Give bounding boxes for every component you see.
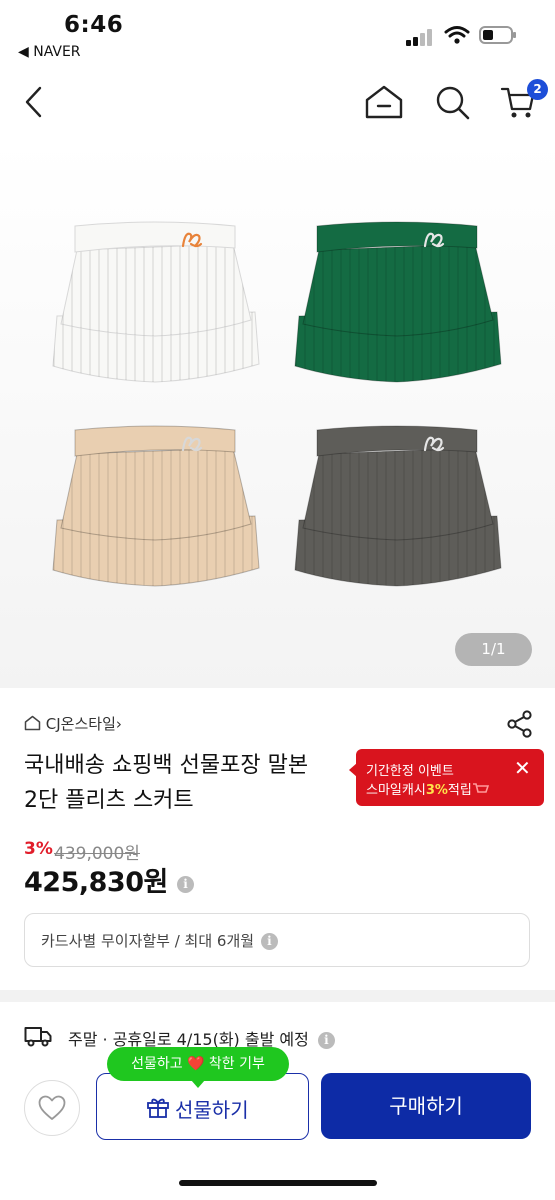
cellular-signal-icon: [406, 28, 434, 46]
home-indicator: [179, 1180, 377, 1186]
image-counter: 1/1: [455, 633, 532, 666]
product-image[interactable]: [0, 140, 555, 688]
back-to-app-link[interactable]: ◀ NAVER: [18, 44, 81, 60]
section-divider: [0, 990, 555, 1002]
home-icon[interactable]: [364, 84, 404, 120]
gift-icon: [147, 1098, 169, 1118]
gift-donation-tooltip: 선물하고 ❤️ 착한 기부: [107, 1047, 289, 1088]
skirt-beige: [52, 425, 260, 587]
delivery-truck-icon: [24, 1027, 52, 1047]
store-link[interactable]: CJ온스타일›: [24, 713, 122, 734]
battery-icon: [479, 26, 516, 44]
installment-info-box[interactable]: 카드사별 무이자할부 / 최대 6개월 i: [24, 913, 530, 967]
promo-tooltip[interactable]: 기간한정 이벤트 스마일캐시3%적립 ✕: [349, 749, 544, 806]
installment-info-icon[interactable]: i: [260, 933, 278, 950]
cart-small-icon: [472, 783, 489, 793]
skirt-illustration: [52, 221, 502, 587]
wifi-icon: [444, 26, 470, 44]
promo-text: 스마일캐시3%적립: [366, 779, 489, 798]
buy-button[interactable]: 구매하기: [321, 1073, 531, 1139]
skirt-charcoal: [294, 425, 502, 587]
shipping-info-icon[interactable]: i: [317, 1032, 335, 1049]
back-chevron-icon[interactable]: [22, 86, 46, 118]
status-time: 6:46: [64, 12, 124, 38]
sale-price: 425,830원 i: [24, 860, 194, 899]
store-chevron-icon: ›: [115, 715, 122, 733]
price-info-icon[interactable]: i: [176, 876, 194, 893]
share-icon[interactable]: [505, 709, 535, 739]
sale-price-value: 425,830원: [24, 867, 168, 898]
search-icon[interactable]: [434, 84, 472, 122]
promo-title: 기간한정 이벤트: [366, 764, 454, 779]
cart-count-badge: 2: [527, 79, 548, 100]
discount-rate: 3%: [24, 839, 53, 859]
gift-button-label: 선물하기: [175, 1098, 249, 1122]
skirt-white: [52, 221, 260, 383]
heart-icon: [38, 1095, 66, 1120]
installment-text: 카드사별 무이자할부 / 최대 6개월 i: [41, 930, 278, 951]
store-home-icon: [24, 715, 41, 731]
skirt-green: [294, 221, 502, 383]
promo-close-button[interactable]: ✕: [514, 758, 531, 778]
wishlist-button[interactable]: [24, 1080, 80, 1136]
store-name: CJ온스타일: [45, 715, 116, 733]
